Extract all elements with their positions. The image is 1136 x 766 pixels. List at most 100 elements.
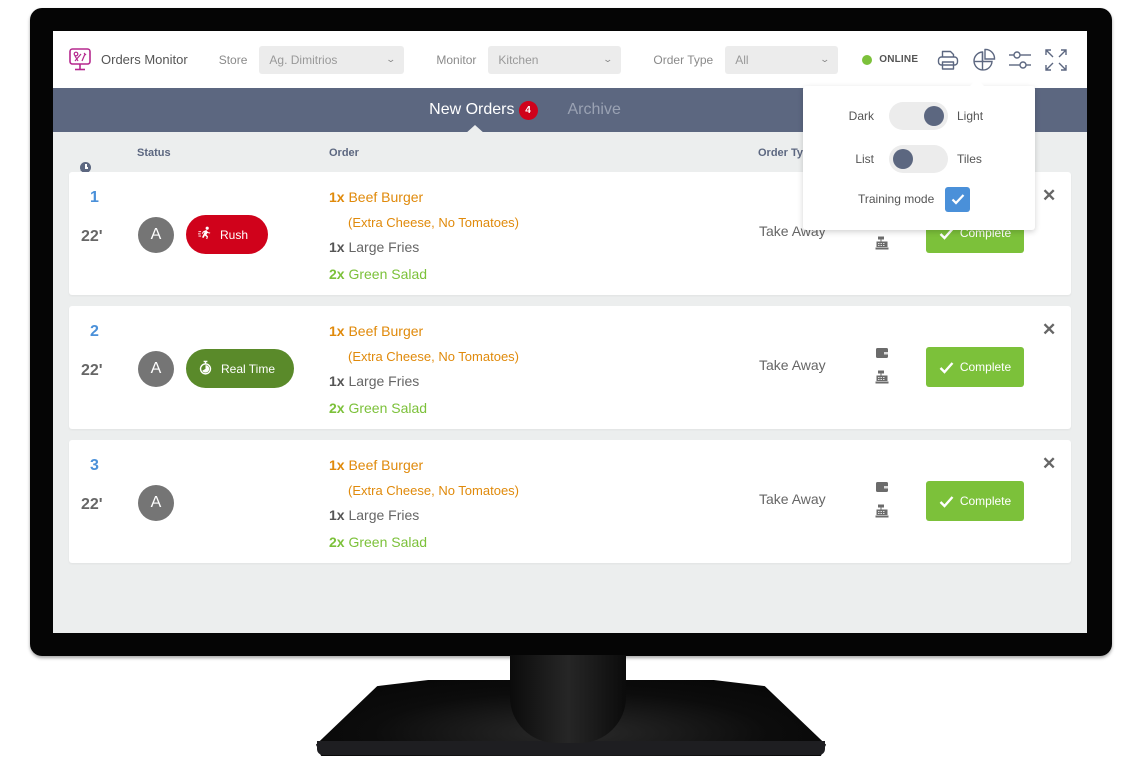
chevron-down-icon: ⌄ [819, 54, 830, 64]
order-item: 2x Green Salad [329, 395, 519, 422]
avatar: A [138, 485, 174, 521]
column-header-order: Order [329, 147, 359, 159]
dropdown-caret [969, 79, 985, 87]
store-label: Store [218, 52, 248, 67]
item-modifiers: (Extra Cheese, No Tomatoes) [348, 215, 519, 230]
order-elapsed-time: 22' [81, 362, 103, 379]
order-items: 1x Beef Burger (Extra Cheese, No Tomatoe… [329, 452, 519, 556]
close-icon[interactable]: ✕ [1042, 186, 1056, 206]
item-qty: 1x [329, 373, 345, 389]
item-name: Beef Burger [348, 323, 424, 339]
item-modifiers: (Extra Cheese, No Tomatoes) [348, 349, 519, 364]
view-tiles-label: Tiles [957, 152, 982, 166]
wallet-icon [876, 482, 888, 492]
item-qty: 1x [329, 189, 345, 205]
chevron-down-icon: ⌄ [385, 54, 396, 64]
view-setting: List Tiles [803, 145, 1035, 173]
item-name: Large Fries [348, 507, 420, 523]
close-icon[interactable]: ✕ [1042, 320, 1056, 340]
order-item: 1x Large Fries [329, 234, 519, 261]
order-items: 1x Beef Burger (Extra Cheese, No Tomatoe… [329, 184, 519, 288]
item-name: Green Salad [348, 534, 428, 550]
status-text: ONLINE [879, 54, 919, 65]
fullscreen-icon[interactable] [1044, 48, 1068, 72]
stopwatch-icon [198, 360, 213, 378]
status-badge-rush: Rush [186, 215, 268, 254]
order-number: 1 [90, 189, 99, 206]
order-items: 1x Beef Burger (Extra Cheese, No Tomatoe… [329, 318, 519, 422]
complete-button[interactable]: Complete [926, 481, 1024, 521]
cash-register-icon [875, 370, 889, 384]
cash-register-icon [875, 504, 889, 518]
view-list-label: List [855, 152, 874, 166]
order-type-select-value: All [735, 52, 749, 67]
avatar: A [138, 351, 174, 387]
monitor-cutlery-logo-icon [69, 47, 91, 72]
monitor-screen: Orders Monitor Store Ag. Dimitrios ⌄ Mon… [53, 31, 1087, 633]
complete-button[interactable]: Complete [926, 347, 1024, 387]
toolbar-icons [936, 48, 1080, 72]
online-dot-icon [862, 54, 873, 65]
toggle-knob [893, 149, 913, 169]
training-mode-checkbox[interactable] [945, 186, 970, 212]
order-number: 3 [90, 457, 99, 474]
monitor-stand-neck [510, 655, 626, 743]
item-qty: 2x [329, 534, 345, 550]
order-type: Take Away [759, 357, 826, 373]
cash-register-icon [875, 236, 889, 250]
tab-new-orders[interactable]: New Orders 4 [429, 100, 538, 134]
connection-status: ONLINE [862, 54, 918, 65]
payment-icons [875, 346, 889, 384]
column-header-status: Status [137, 147, 171, 159]
order-item: 1x Large Fries [329, 502, 519, 529]
running-person-icon [198, 226, 212, 243]
sliders-icon[interactable] [1008, 48, 1032, 72]
pie-chart-icon[interactable] [972, 48, 996, 72]
item-qty: 1x [329, 507, 345, 523]
training-mode-setting: Training mode [803, 186, 1035, 212]
tab-archive-label: Archive [567, 101, 621, 118]
status-badge-label: Real Time [221, 361, 276, 376]
monitor-select[interactable]: Kitchen ⌄ [488, 45, 622, 74]
store-select[interactable]: Ag. Dimitrios ⌄ [259, 45, 405, 74]
item-qty: 1x [329, 239, 345, 255]
toggle-knob [924, 106, 944, 126]
order-item: 1x Beef Burger [329, 318, 519, 345]
monitor-label: Monitor [436, 52, 477, 67]
view-toggle[interactable] [889, 145, 948, 173]
tab-new-orders-label: New Orders [429, 101, 515, 118]
payment-icons [875, 480, 889, 518]
close-icon[interactable]: ✕ [1042, 454, 1056, 474]
order-item: 1x Large Fries [329, 368, 519, 395]
order-item: 1x Beef Burger [329, 184, 519, 211]
order-elapsed-time: 22' [81, 228, 103, 245]
status-badge-label: Rush [220, 227, 249, 242]
order-item: 1x Beef Burger [329, 452, 519, 479]
training-mode-label: Training mode [858, 192, 935, 206]
item-qty: 1x [329, 323, 345, 339]
order-number: 2 [90, 323, 99, 340]
store-select-value: Ag. Dimitrios [269, 52, 338, 67]
order-item: 2x Green Salad [329, 529, 519, 556]
monitor-stand-base-edge [317, 741, 825, 755]
item-name: Green Salad [348, 266, 428, 282]
tab-archive[interactable]: Archive [568, 101, 621, 119]
order-card: 3 22' A 1x Beef Burger (Extra Cheese, No… [69, 440, 1071, 563]
theme-light-label: Light [957, 109, 984, 123]
printer-icon[interactable] [936, 48, 960, 72]
order-type-select[interactable]: All ⌄ [725, 45, 839, 74]
item-qty: 1x [329, 457, 345, 473]
item-name: Large Fries [348, 239, 420, 255]
order-type-label: Order Type [653, 52, 714, 67]
item-qty: 2x [329, 400, 345, 416]
complete-button-label: Complete [959, 360, 1012, 374]
checkmark-icon [951, 194, 964, 205]
order-card: 2 22' A Real Time 1x Beef Burger (Extra … [69, 306, 1071, 429]
app-title: Orders Monitor [101, 52, 188, 67]
item-name: Beef Burger [348, 457, 424, 473]
item-name: Large Fries [348, 373, 420, 389]
item-name: Beef Burger [348, 189, 424, 205]
top-bar: Orders Monitor Store Ag. Dimitrios ⌄ Mon… [53, 31, 1087, 88]
theme-toggle[interactable] [889, 102, 948, 130]
order-item: 2x Green Salad [329, 261, 519, 288]
